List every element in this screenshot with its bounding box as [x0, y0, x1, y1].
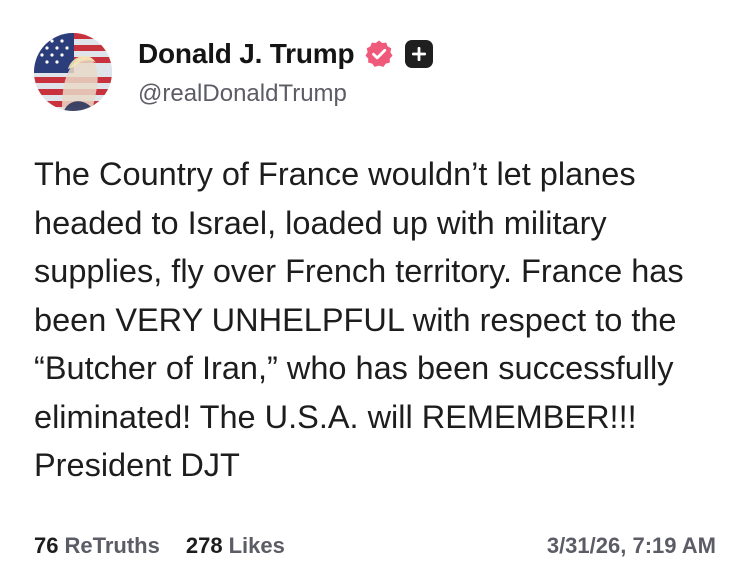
- retruths-label: ReTruths: [64, 533, 160, 558]
- verified-badge-icon: [364, 39, 394, 69]
- likes-stat[interactable]: 278 Likes: [186, 533, 285, 559]
- author-identity: Donald J. Trump @realDonaldTrump: [138, 36, 434, 108]
- likes-label: Likes: [228, 533, 285, 558]
- post-footer: 76 ReTruths 278 Likes 3/31/26, 7:19 AM: [34, 528, 716, 564]
- post-text: The Country of France wouldn’t let plane…: [34, 156, 693, 483]
- avatar[interactable]: [34, 33, 112, 111]
- display-name[interactable]: Donald J. Trump: [138, 38, 355, 70]
- post-card: Donald J. Trump @realDonaldTrump The Cou…: [0, 0, 750, 581]
- post-timestamp[interactable]: 3/31/26, 7:19 AM: [547, 533, 716, 559]
- plus-badge-icon: [405, 40, 434, 68]
- retruths-stat[interactable]: 76 ReTruths: [34, 533, 160, 559]
- flag-portrait-icon: [34, 33, 112, 111]
- likes-count: 278: [185, 533, 223, 558]
- retruths-count: 76: [34, 533, 59, 558]
- post-header: Donald J. Trump @realDonaldTrump: [34, 31, 434, 113]
- name-row: Donald J. Trump: [138, 36, 434, 72]
- author-handle[interactable]: @realDonaldTrump: [138, 80, 433, 108]
